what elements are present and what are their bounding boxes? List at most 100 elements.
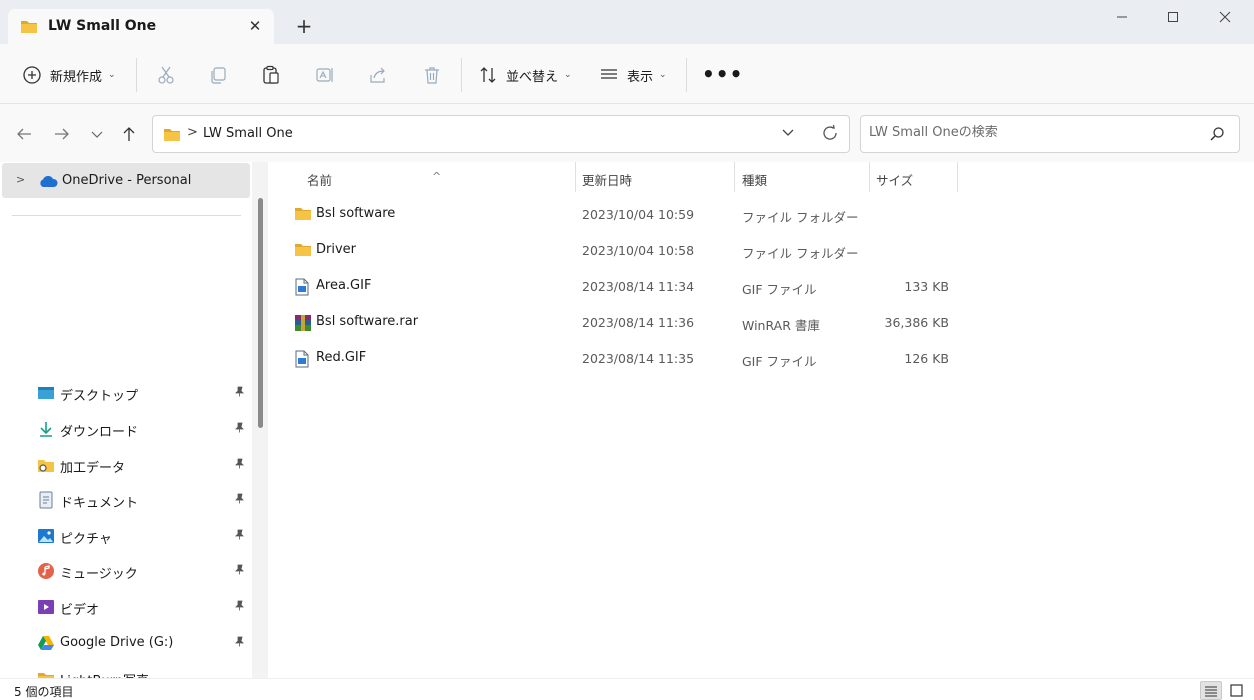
pin-icon[interactable] — [234, 600, 245, 614]
pin-icon[interactable] — [234, 422, 245, 436]
column-divider[interactable] — [957, 162, 958, 192]
sidebar-item-music[interactable]: ミュージック — [0, 556, 250, 586]
new-tab-button[interactable]: + — [292, 15, 316, 39]
breadcrumb-chevron-icon: > — [187, 125, 198, 140]
tab-lw-small-one[interactable]: LW Small One ✕ — [8, 9, 274, 45]
sidebar-item-videos[interactable]: ビデオ — [0, 592, 250, 622]
file-type: WinRAR 書庫 — [742, 318, 820, 333]
paste-button[interactable] — [259, 63, 283, 87]
maximize-button[interactable] — [1156, 6, 1190, 28]
rename-button[interactable] — [313, 63, 337, 87]
sidebar-item-lightburn-photos[interactable]: LightBurn写真 — [0, 663, 250, 678]
column-header-date[interactable]: 更新日時 — [576, 162, 734, 192]
sidebar-divider — [12, 215, 241, 216]
share-button[interactable] — [366, 63, 390, 87]
back-button[interactable] — [12, 122, 36, 146]
pin-icon[interactable] — [234, 493, 245, 507]
chevron-down-icon: ⌄ — [564, 70, 572, 80]
forward-button[interactable] — [50, 122, 74, 146]
breadcrumb-lw-small-one[interactable]: LW Small One — [203, 126, 293, 141]
large-icons-view-button[interactable] — [1225, 681, 1247, 700]
file-date: 2023/08/14 11:34 — [582, 279, 695, 294]
sidebar-item-pictures[interactable]: ピクチャ — [0, 521, 250, 551]
pin-icon[interactable] — [234, 458, 245, 472]
file-row[interactable]: Bsl software 2023/10/04 10:59 ファイル フォルダー — [270, 197, 960, 231]
title-bar: LW Small One ✕ + — [0, 0, 1254, 45]
chevron-down-icon: ⌄ — [108, 70, 116, 80]
close-tab-button[interactable]: ✕ — [244, 15, 266, 37]
sidebar-item-downloads[interactable]: ダウンロード — [0, 414, 250, 444]
sidebar-item-label: LightBurn写真 — [60, 670, 149, 678]
file-row[interactable]: Driver 2023/10/04 10:58 ファイル フォルダー — [270, 233, 960, 267]
file-row[interactable]: Red.GIF 2023/08/14 11:35 GIF ファイル 126 KB — [270, 341, 960, 375]
view-button[interactable]: 表示 ⌄ — [599, 63, 667, 87]
new-label: 新規作成 — [50, 69, 103, 85]
scissors-icon — [158, 66, 174, 84]
cut-button[interactable] — [154, 63, 178, 87]
toolbar-divider — [461, 58, 462, 92]
file-type: ファイル フォルダー — [742, 210, 859, 225]
file-size: 133 KB — [904, 279, 949, 294]
file-size: 36,386 KB — [884, 315, 949, 330]
sidebar-item-documents[interactable]: ドキュメント — [0, 485, 250, 515]
close-window-button[interactable] — [1208, 6, 1242, 28]
arrow-up-icon — [123, 127, 135, 141]
gif-file-icon — [294, 350, 310, 372]
download-icon — [37, 420, 55, 438]
copy-button[interactable] — [206, 63, 230, 87]
new-button[interactable]: 新規作成 ⌄ — [22, 63, 116, 87]
search-box[interactable] — [860, 115, 1240, 153]
address-dropdown-button[interactable] — [781, 125, 795, 143]
sidebar-item-label: OneDrive - Personal — [62, 173, 192, 188]
address-bar[interactable]: > LW Small One — [152, 115, 850, 153]
refresh-button[interactable] — [821, 124, 839, 146]
pin-icon[interactable] — [234, 564, 245, 578]
pin-icon[interactable] — [234, 529, 245, 543]
search-input[interactable] — [869, 125, 1199, 140]
folder-shared-icon — [37, 456, 55, 474]
sidebar-item-google-drive[interactable]: Google Drive (G:) — [0, 628, 250, 658]
expand-chevron-icon[interactable]: > — [16, 173, 25, 186]
file-date: 2023/10/04 10:58 — [582, 243, 695, 258]
folder-icon — [20, 19, 38, 38]
recent-locations-button[interactable] — [85, 122, 109, 146]
sidebar-item-label: デスクトップ — [60, 389, 139, 404]
file-row[interactable]: Area.GIF 2023/08/14 11:34 GIF ファイル 133 K… — [270, 269, 960, 303]
share-icon — [370, 67, 385, 83]
refresh-icon — [823, 124, 837, 140]
file-type: GIF ファイル — [742, 354, 817, 369]
sort-button[interactable]: 並べ替え ⌄ — [478, 63, 572, 87]
sort-ascending-icon: ^ — [432, 170, 442, 183]
details-view-icon — [1205, 685, 1217, 697]
toolbar-divider — [686, 58, 687, 92]
command-bar: 新規作成 ⌄ 並べ替え ⌄ 表示 ⌄ ••• — [0, 44, 1254, 104]
sidebar-item-desktop[interactable]: デスクトップ — [0, 378, 250, 408]
video-icon — [37, 598, 55, 616]
more-options-button[interactable]: ••• — [702, 64, 743, 84]
sidebar-item-processed-data[interactable]: 加工データ — [0, 450, 250, 480]
delete-button[interactable] — [420, 63, 444, 87]
navigation-pane: > OneDrive - Personal デスクトップ ダウンロード 加工デー… — [0, 162, 270, 678]
file-row[interactable]: Bsl software.rar 2023/08/14 11:36 WinRAR… — [270, 305, 960, 339]
chevron-down-icon: ⌄ — [659, 70, 667, 80]
column-header-size[interactable]: サイズ — [870, 162, 957, 192]
arrow-right-icon — [55, 128, 69, 140]
folder-icon — [163, 127, 181, 146]
sidebar-item-label: ダウンロード — [60, 425, 139, 440]
details-view-button[interactable] — [1200, 681, 1222, 700]
paste-icon — [263, 65, 279, 84]
pin-icon[interactable] — [234, 636, 245, 650]
copy-icon — [211, 67, 226, 84]
minimize-button[interactable] — [1105, 6, 1139, 28]
file-type: GIF ファイル — [742, 282, 817, 297]
up-button[interactable] — [117, 122, 141, 146]
search-icon[interactable] — [1209, 126, 1225, 146]
sidebar-scroll-thumb[interactable] — [258, 198, 263, 428]
chevron-down-icon — [91, 131, 103, 138]
close-icon — [1219, 11, 1231, 23]
column-header-name[interactable]: 名前 ^ — [270, 162, 575, 192]
sidebar-item-onedrive[interactable]: > OneDrive - Personal — [2, 163, 250, 198]
document-icon — [37, 491, 55, 509]
column-header-type[interactable]: 種類 — [735, 162, 869, 192]
pin-icon[interactable] — [234, 386, 245, 400]
